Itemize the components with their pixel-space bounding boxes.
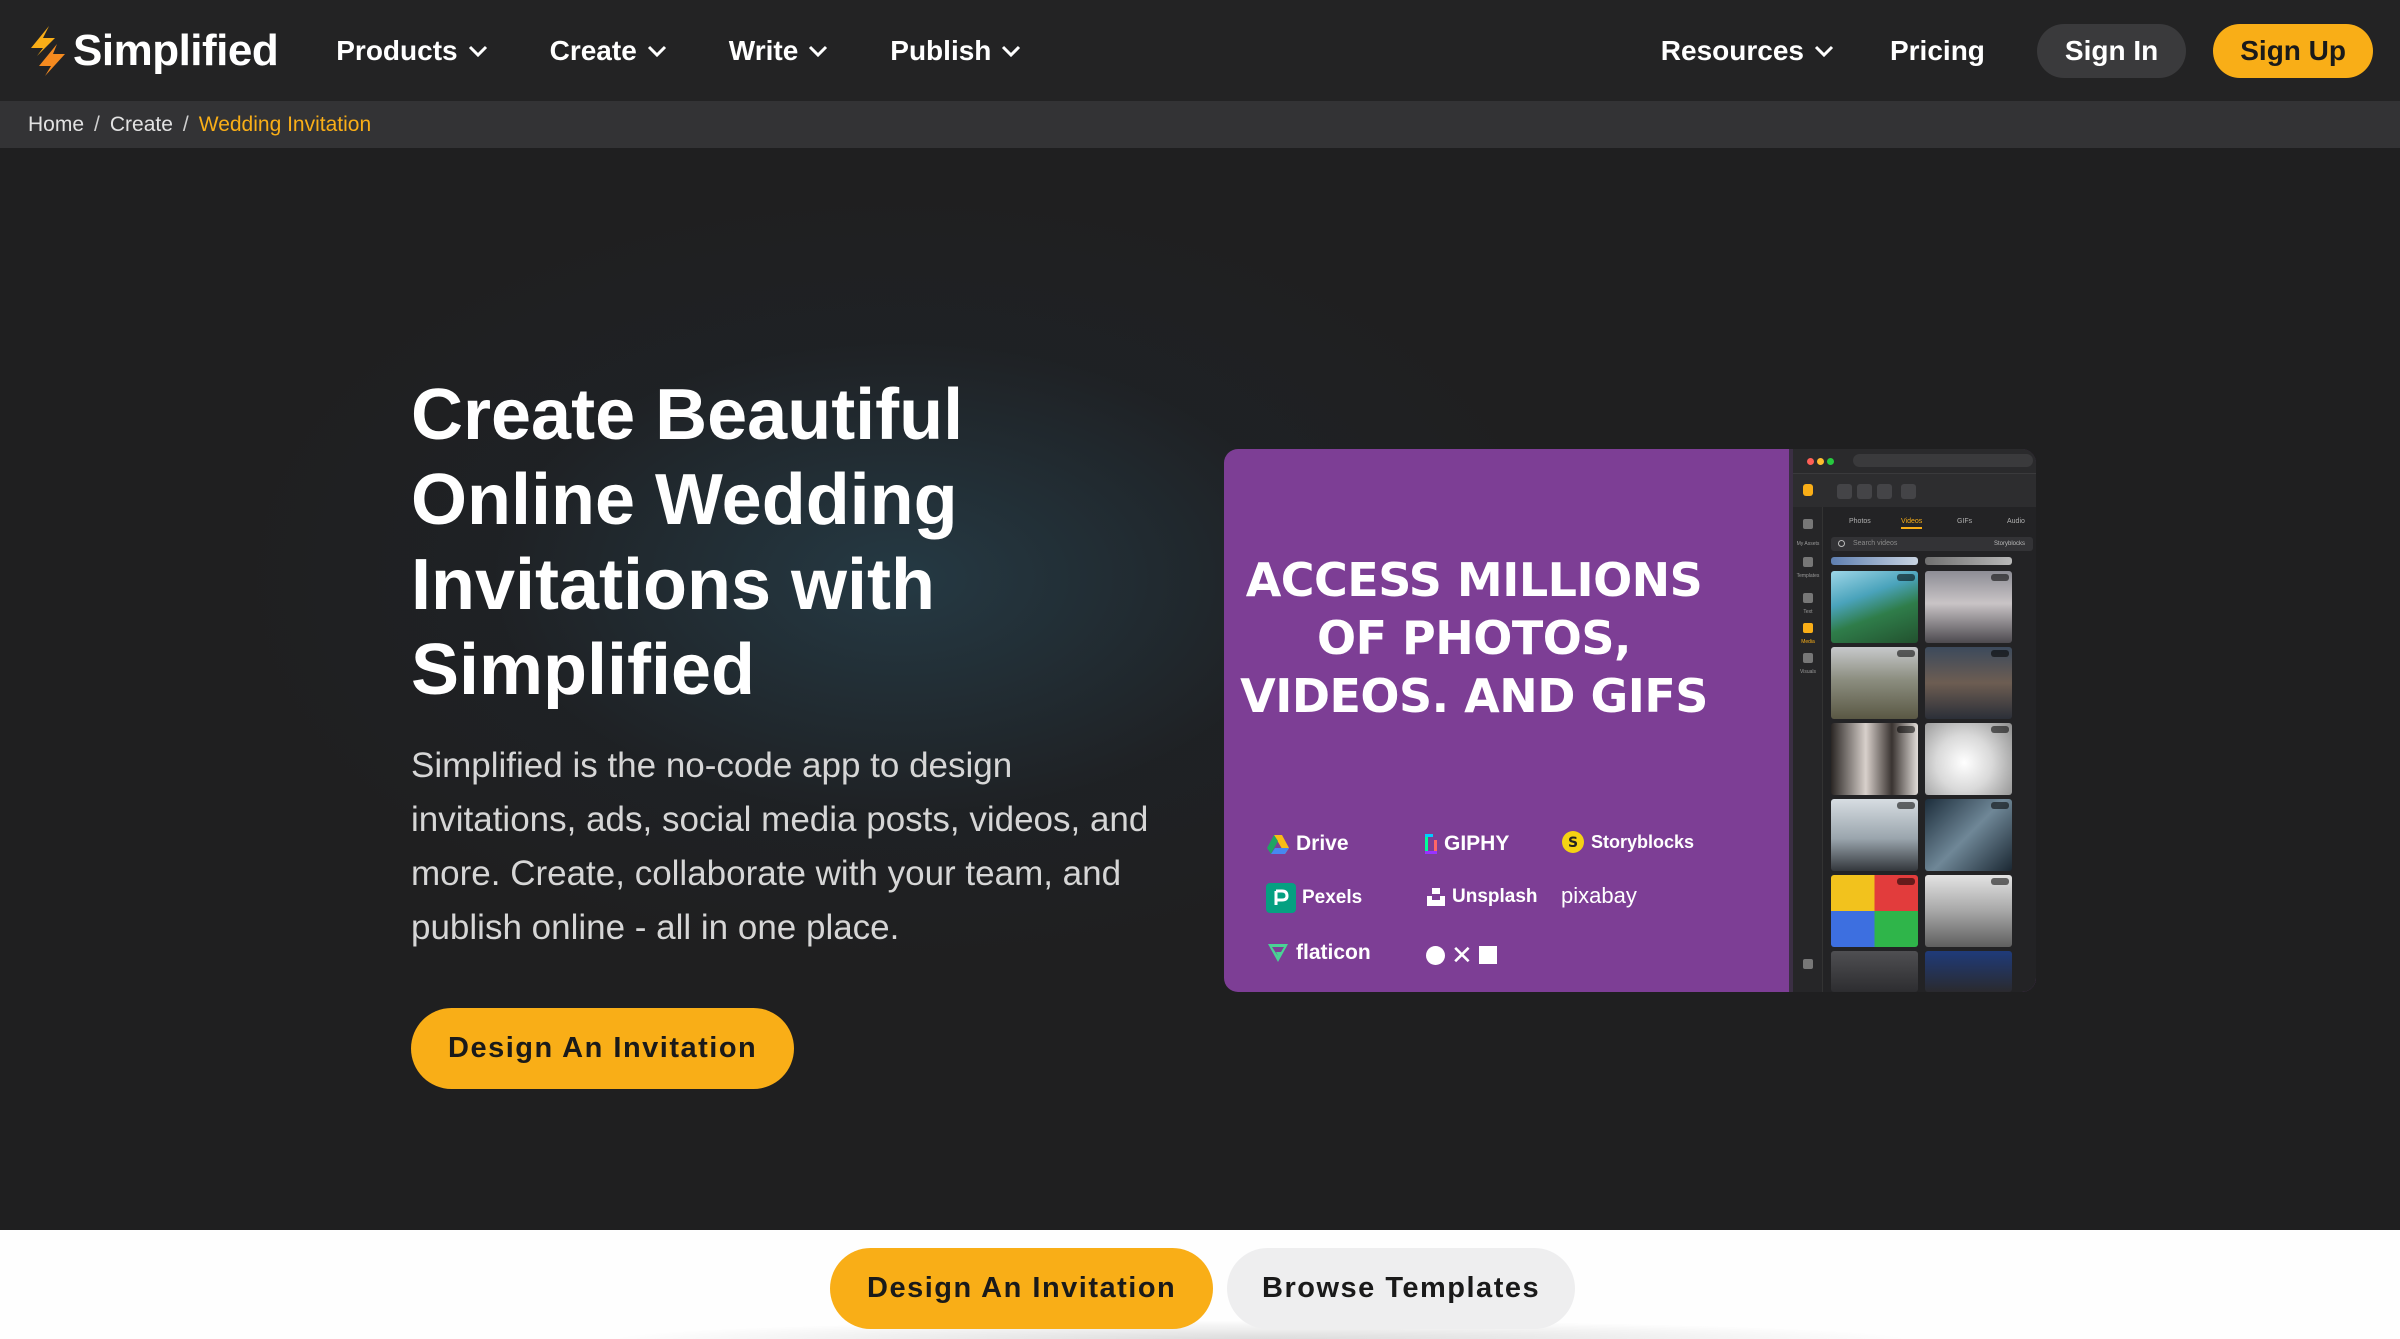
hero-description: Simplified is the no-code app to design … (411, 746, 1149, 947)
provider-pexels: Pexels (1266, 883, 1362, 913)
search-icon (1838, 540, 1845, 547)
rail-label: My Assets (1796, 541, 1820, 547)
nav-create[interactable]: Create (550, 35, 667, 67)
provider-drive-label: Drive (1296, 832, 1349, 855)
chevron-down-icon (809, 45, 828, 57)
svg-text:S: S (1568, 835, 1578, 851)
provider-giphy: GIPHY (1424, 832, 1509, 856)
rail-label: Visuals (1799, 669, 1817, 675)
provider-unsplash-label: Unsplash (1452, 886, 1538, 907)
breadcrumb-separator: / (182, 112, 189, 136)
provider-unsplash: Unsplash (1426, 886, 1538, 908)
video-thumbnail[interactable] (1925, 799, 2012, 871)
chevron-down-icon (647, 45, 666, 57)
provider-flaticon-label: flaticon (1296, 941, 1371, 964)
nav-write-label: Write (728, 34, 799, 66)
video-thumbnail[interactable] (1831, 723, 1918, 795)
nav-write[interactable]: Write (729, 35, 829, 67)
promo-headline: ACCESS MILLIONS OF PHOTOS, VIDEOS. AND G… (1240, 553, 1708, 723)
app-side-rail: My Assets Templates Text Media Visuals (1793, 507, 1823, 992)
nav-products[interactable]: Products (336, 35, 487, 67)
storyblocks-icon: S (1562, 831, 1584, 853)
app-search-input[interactable]: Search videos Storyblocks (1831, 537, 2033, 551)
google-drive-icon (1267, 835, 1289, 854)
provider-pixabay: pixabay (1561, 883, 1637, 909)
breadcrumb-current: Wedding Invitation (198, 112, 372, 136)
hero-title: Create Beautiful Online Wedding Invitati… (411, 375, 964, 710)
provider-giphy-label: GIPHY (1444, 832, 1510, 855)
provider-pexels-label: Pexels (1302, 887, 1363, 908)
app-tab-videos[interactable]: Videos (1901, 518, 1923, 529)
top-navbar: Simplified Products Create Write Publish… (0, 0, 2400, 101)
video-thumbnail[interactable] (1925, 723, 2012, 795)
rail-label: Text (1803, 609, 1813, 615)
brand-name: Simplified (73, 25, 279, 75)
design-invitation-button[interactable]: Design An Invitation (411, 1008, 795, 1089)
app-toolbar (1793, 473, 2036, 507)
provider-flaticon: flaticon (1266, 941, 1371, 965)
brand-logo[interactable]: Simplified (27, 25, 279, 76)
design-invitation-button-bottom[interactable]: Design An Invitation (830, 1248, 1214, 1329)
promo-card: ACCESS MILLIONS OF PHOTOS, VIDEOS. AND G… (1224, 449, 2036, 992)
pexels-icon (1266, 883, 1296, 913)
breadcrumb-home[interactable]: Home (28, 113, 84, 137)
video-thumbnail[interactable] (1831, 951, 1918, 992)
bottom-cta-bar: Design An Invitation Browse Templates (0, 1230, 2400, 1339)
video-thumbnail[interactable] (1925, 571, 2012, 643)
nav-resources[interactable]: Resources (1661, 35, 1834, 67)
video-thumbnail[interactable] (1831, 799, 1918, 871)
breadcrumb-separator: / (94, 112, 100, 136)
app-tab-audio[interactable]: Audio (2007, 518, 2025, 525)
hero-section: Create Beautiful Online Wedding Invitati… (0, 148, 2400, 1230)
provider-storyblocks: S Storyblocks (1561, 830, 1694, 854)
rail-label: Media (1801, 639, 1815, 645)
sign-in-button[interactable]: Sign In (2036, 23, 2187, 78)
video-thumbnail[interactable] (1831, 647, 1918, 719)
main-nav: Products Create Write Publish (336, 35, 1021, 67)
app-preview: My Assets Templates Text Media Visuals P… (1789, 449, 2036, 992)
giphy-icon (1425, 834, 1437, 854)
provider-pixabay-label: pixabay (1561, 883, 1637, 908)
video-thumbnail[interactable] (1925, 557, 2012, 565)
chevron-down-icon (1002, 45, 1021, 57)
provider-drive: Drive (1266, 832, 1349, 856)
video-thumbnail[interactable] (1925, 951, 2012, 992)
app-tab-photos[interactable]: Photos (1849, 518, 1871, 525)
provider-storyblocks-label: Storyblocks (1591, 831, 1695, 852)
shapes-logo-icon: ✕ (1426, 942, 1497, 968)
nav-create-label: Create (549, 34, 637, 66)
nav-publish[interactable]: Publish (890, 35, 1021, 67)
chevron-down-icon (1814, 45, 1834, 57)
rail-label: Templates (1796, 573, 1820, 579)
sign-up-button[interactable]: Sign Up (2213, 23, 2373, 78)
app-tab-gifs[interactable]: GIFs (1957, 518, 1972, 525)
nav-right: Resources Pricing Sign In Sign Up (1661, 23, 2373, 78)
chevron-down-icon (468, 45, 487, 57)
nav-products-label: Products (336, 34, 458, 66)
video-thumbnail[interactable] (1831, 557, 1918, 565)
breadcrumb-create[interactable]: Create (110, 113, 173, 137)
video-thumbnail[interactable] (1925, 875, 2012, 947)
app-search-source: Storyblocks (1993, 541, 2025, 547)
simplified-logo-icon (31, 25, 65, 76)
nav-resources-label: Resources (1660, 34, 1804, 66)
breadcrumb: Home / Create / Wedding Invitation (0, 101, 2400, 148)
unsplash-icon (1427, 888, 1445, 906)
app-window-bar (1793, 449, 2036, 473)
app-media-tabs: Photos Videos GIFs Audio (1829, 515, 2036, 531)
video-thumbnail[interactable] (1831, 875, 1918, 947)
video-thumbnail[interactable] (1831, 571, 1918, 643)
browse-templates-button[interactable]: Browse Templates (1227, 1248, 1576, 1329)
nav-pricing[interactable]: Pricing (1890, 35, 1985, 67)
nav-publish-label: Publish (890, 34, 992, 66)
video-thumbnail[interactable] (1925, 647, 2012, 719)
app-search-placeholder: Search videos (1853, 540, 1898, 547)
flaticon-icon (1268, 944, 1288, 962)
